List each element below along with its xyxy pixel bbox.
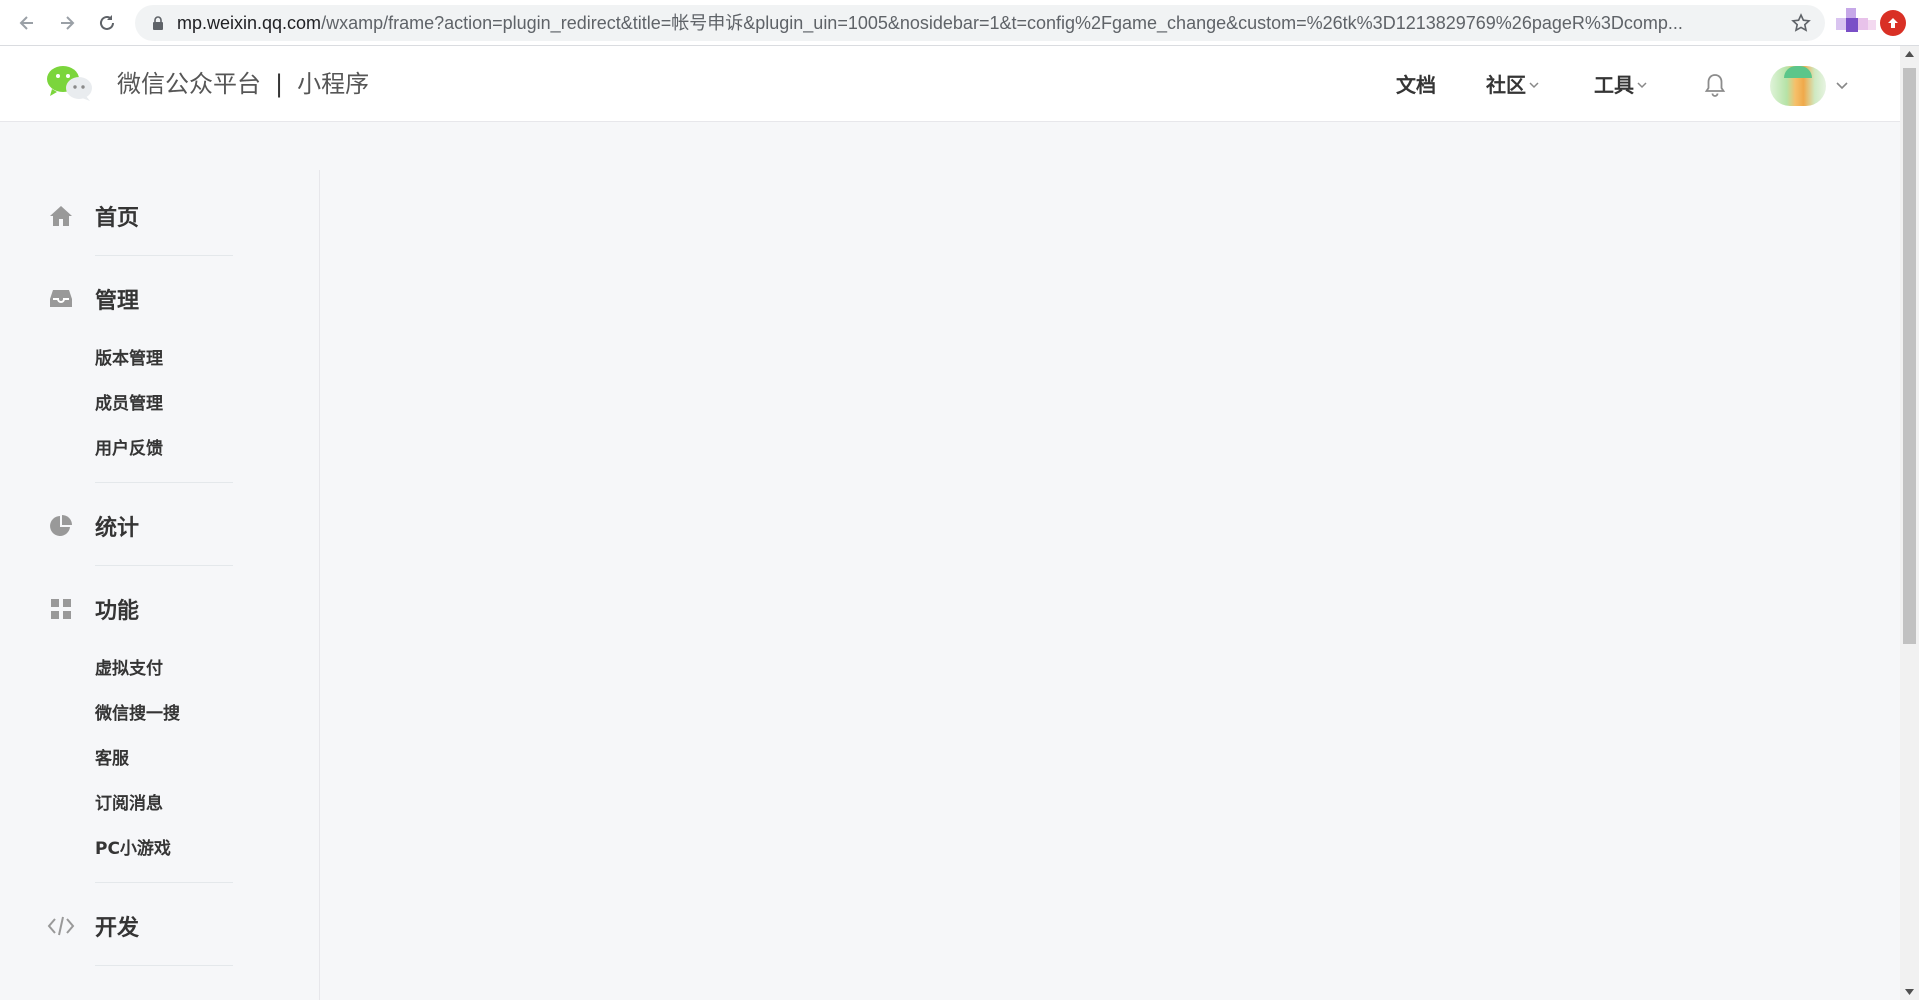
product-name: 小程序 [297, 70, 370, 98]
sidebar-item-version-manage[interactable]: 版本管理 [95, 345, 163, 373]
arrow-right-icon [61, 16, 75, 30]
page-scrollbar[interactable] [1900, 46, 1919, 1000]
divider [95, 255, 233, 256]
nav-community-label: 社区 [1486, 73, 1526, 97]
divider [95, 882, 233, 883]
triangle-up-icon [1905, 51, 1914, 57]
nav-community[interactable]: 社区 [1486, 70, 1540, 100]
url-path: /wxamp/frame?action=plugin_redirect&titl… [321, 13, 1683, 33]
chevron-down-icon [1637, 82, 1647, 89]
scroll-thumb[interactable] [1903, 68, 1916, 644]
avatar[interactable] [1770, 66, 1826, 106]
address-bar[interactable]: mp.weixin.qq.com/wxamp/frame?action=plug… [135, 5, 1825, 41]
sidebar-item-label: 统计 [95, 516, 140, 541]
arrow-left-icon [19, 16, 33, 30]
divider [95, 482, 233, 483]
code-icon [47, 912, 75, 940]
profile-badge[interactable] [1880, 10, 1906, 36]
scroll-up-button[interactable] [1900, 46, 1919, 62]
sidebar-item-stats[interactable]: 统计 [47, 506, 139, 546]
site-header: 微信公众平台 | 小程序 文档 社区 工具 [0, 46, 1900, 122]
divider [95, 565, 233, 566]
back-button[interactable] [14, 10, 40, 36]
browser-toolbar: mp.weixin.qq.com/wxamp/frame?action=plug… [0, 0, 1919, 46]
triangle-down-icon [1905, 989, 1914, 995]
chevron-down-icon [1529, 82, 1539, 89]
divider [95, 965, 233, 966]
chevron-down-icon[interactable] [1834, 78, 1850, 94]
nav-docs[interactable]: 文档 [1396, 70, 1436, 100]
lock-icon [153, 16, 163, 30]
bookmark-star-icon[interactable] [1791, 13, 1811, 33]
bell-icon[interactable] [1702, 72, 1728, 98]
reload-button[interactable] [94, 10, 120, 36]
sidebar-item-user-feedback[interactable]: 用户反馈 [95, 435, 163, 463]
sidebar-item-label: 管理 [95, 289, 140, 314]
home-icon [47, 202, 75, 230]
nav-tools[interactable]: 工具 [1594, 70, 1648, 100]
brand-title[interactable]: 微信公众平台 | 小程序 [117, 66, 369, 102]
sidebar-item-pc-minigame[interactable]: PC小游戏 [95, 835, 171, 863]
forward-button[interactable] [54, 10, 80, 36]
url-text[interactable]: mp.weixin.qq.com/wxamp/frame?action=plug… [177, 5, 1747, 41]
grid-icon [47, 595, 75, 623]
sidebar-item-label: 首页 [95, 206, 140, 231]
sidebar-menu: 首页 管理 版本管理 成员管理 用户反馈 统计 功能 虚拟支付 微信搜一搜 客服… [0, 170, 320, 1000]
sidebar-item-virtual-pay[interactable]: 虚拟支付 [95, 655, 163, 683]
extension-icon[interactable] [1832, 6, 1878, 40]
sidebar-item-wechat-search[interactable]: 微信搜一搜 [95, 700, 180, 728]
sidebar-item-label: 开发 [95, 916, 140, 941]
upload-icon [1888, 18, 1898, 28]
sidebar-item-subscribe-message[interactable]: 订阅消息 [95, 790, 163, 818]
sidebar-item-customer-service[interactable]: 客服 [95, 745, 129, 773]
nav-docs-label: 文档 [1396, 73, 1436, 97]
sidebar-item-features[interactable]: 功能 [47, 589, 139, 629]
sidebar-item-manage[interactable]: 管理 [47, 279, 139, 319]
brand-name: 微信公众平台 [117, 70, 261, 98]
extension-pixel-icon [1836, 8, 1876, 32]
nav-tools-label: 工具 [1594, 73, 1634, 97]
reload-icon [100, 15, 114, 30]
wechat-logo-icon[interactable] [46, 64, 94, 102]
main-content [321, 123, 1900, 1000]
sidebar-item-home[interactable]: 首页 [47, 196, 139, 236]
scroll-down-button[interactable] [1900, 984, 1919, 1000]
sidebar-item-develop[interactable]: 开发 [47, 906, 139, 946]
url-host: mp.weixin.qq.com [177, 13, 322, 33]
sidebar-item-member-manage[interactable]: 成员管理 [95, 390, 163, 418]
brand-separator: | [275, 70, 284, 98]
pie-chart-icon [47, 512, 75, 540]
inbox-icon [47, 285, 75, 313]
sidebar-item-label: 功能 [95, 599, 140, 624]
